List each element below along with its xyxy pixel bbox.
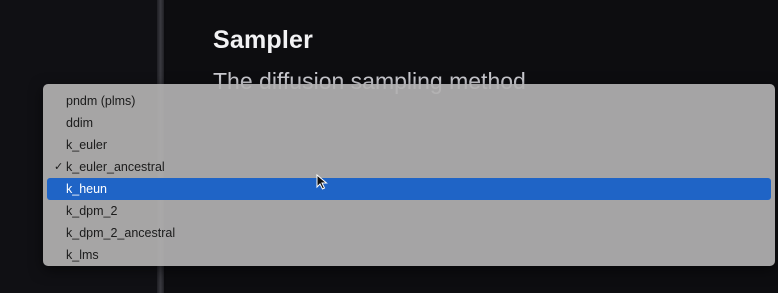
menu-item-k-euler[interactable]: k_euler <box>47 134 771 156</box>
menu-item-k-lms[interactable]: k_lms <box>47 244 771 266</box>
menu-item-label: k_euler <box>66 138 107 152</box>
menu-item-label: k_lms <box>66 248 99 262</box>
menu-item-k-dpm-2[interactable]: k_dpm_2 <box>47 200 771 222</box>
mouse-pointer-icon <box>316 174 328 190</box>
menu-item-ddim[interactable]: ddim <box>47 112 771 134</box>
menu-item-label: ddim <box>66 116 94 130</box>
menu-item-label: k_dpm_2_ancestral <box>66 226 176 240</box>
menu-item-label: pndm (plms) <box>66 94 136 108</box>
menu-item-label: k_dpm_2 <box>66 204 118 218</box>
menu-item-pndm-plms[interactable]: pndm (plms) <box>47 90 771 112</box>
sampler-dropdown-menu: pndm (plms) ddim k_euler ✓ k_euler_ances… <box>43 84 775 266</box>
menu-item-k-heun[interactable]: k_heun <box>47 178 771 200</box>
checkmark-icon: ✓ <box>54 161 64 173</box>
menu-item-label: k_euler_ancestral <box>66 160 165 174</box>
sampler-title: Sampler <box>213 26 314 54</box>
menu-item-k-euler-ancestral[interactable]: ✓ k_euler_ancestral <box>47 156 771 178</box>
menu-item-label: k_heun <box>66 182 108 196</box>
menu-item-k-dpm-2-ancestral[interactable]: k_dpm_2_ancestral <box>47 222 771 244</box>
app-window: Sampler The diffusion sampling method pn… <box>0 0 778 293</box>
